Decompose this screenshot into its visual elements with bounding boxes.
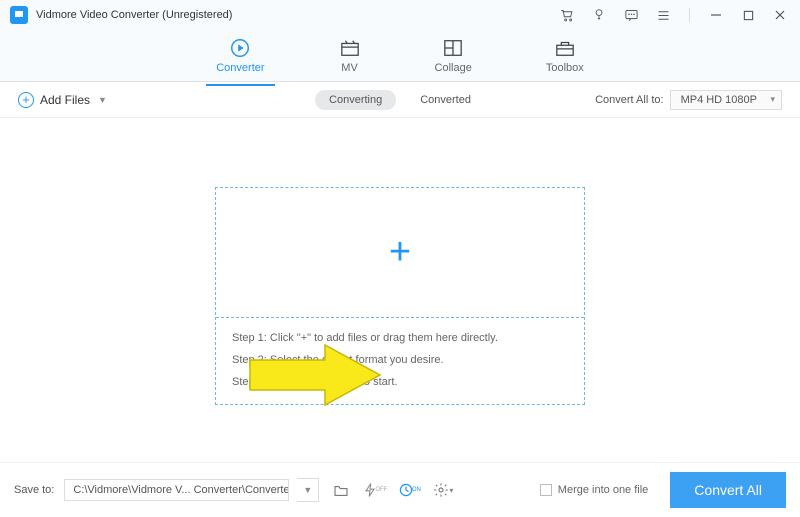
browse-folder-icon[interactable] <box>329 478 353 502</box>
chevron-down-icon: ▼ <box>98 95 107 105</box>
minimize-button[interactable] <box>706 5 726 25</box>
footer: Save to: C:\Vidmore\Vidmore V... Convert… <box>0 463 800 517</box>
feedback-icon[interactable] <box>621 5 641 25</box>
main-area: + Step 1: Click "+" to add files or drag… <box>0 118 800 473</box>
settings-icon[interactable]: ▾ <box>431 478 455 502</box>
app-logo <box>10 6 28 24</box>
tab-toolbox[interactable]: Toolbox <box>536 32 594 80</box>
collage-icon <box>442 38 464 58</box>
window-controls <box>557 5 790 25</box>
main-nav: Converter MV Collage Toolbox <box>0 30 800 82</box>
toolbox-icon <box>554 38 576 58</box>
converting-tab[interactable]: Converting <box>315 90 396 110</box>
convert-all-button[interactable]: Convert All <box>670 472 786 508</box>
step-1: Step 1: Click "+" to add files or drag t… <box>232 332 568 344</box>
add-files-label: Add Files <box>40 93 90 107</box>
hardware-accel-icon[interactable]: OFF <box>363 478 387 502</box>
window-title: Vidmore Video Converter (Unregistered) <box>36 9 232 21</box>
output-format-select[interactable]: MP4 HD 1080P <box>670 90 782 110</box>
checkbox-box <box>540 484 552 496</box>
tab-collage[interactable]: Collage <box>425 32 482 80</box>
titlebar: Vidmore Video Converter (Unregistered) <box>0 0 800 30</box>
tab-mv[interactable]: MV <box>329 32 371 80</box>
save-path-field[interactable]: C:\Vidmore\Vidmore V... Converter\Conver… <box>64 479 289 501</box>
converter-icon <box>229 38 251 58</box>
merge-label: Merge into one file <box>558 484 649 496</box>
plus-circle-icon: + <box>18 92 34 108</box>
status-toggle: Converting Converted <box>315 90 485 110</box>
convert-all-to: Convert All to: MP4 HD 1080P <box>595 90 782 110</box>
tab-label: MV <box>341 62 358 74</box>
add-files-button[interactable]: + Add Files ▼ <box>18 92 107 108</box>
instructions: Step 1: Click "+" to add files or drag t… <box>216 318 584 404</box>
menu-icon[interactable] <box>653 5 673 25</box>
merge-checkbox[interactable]: Merge into one file <box>540 484 649 496</box>
separator <box>689 8 690 22</box>
converted-tab[interactable]: Converted <box>406 90 485 110</box>
tab-label: Toolbox <box>546 62 584 74</box>
tab-label: Collage <box>435 62 472 74</box>
tab-converter[interactable]: Converter <box>206 32 274 80</box>
high-speed-icon[interactable]: ON <box>397 478 421 502</box>
save-path-dropdown[interactable]: ▼ <box>297 478 319 502</box>
save-to-label: Save to: <box>14 484 54 496</box>
maximize-button[interactable] <box>738 5 758 25</box>
close-button[interactable] <box>770 5 790 25</box>
drop-zone-add[interactable]: + <box>216 188 584 318</box>
drop-zone[interactable]: + Step 1: Click "+" to add files or drag… <box>215 187 585 405</box>
subbar: + Add Files ▼ Converting Converted Conve… <box>0 82 800 118</box>
key-icon[interactable] <box>589 5 609 25</box>
tab-label: Converter <box>216 62 264 74</box>
step-2: Step 2: Select the output format you des… <box>232 354 568 366</box>
plus-icon: + <box>389 233 411 271</box>
convert-all-to-label: Convert All to: <box>595 94 663 106</box>
step-3: Step 3: Click "Convert All" to start. <box>232 376 568 388</box>
cart-icon[interactable] <box>557 5 577 25</box>
mv-icon <box>339 38 361 58</box>
